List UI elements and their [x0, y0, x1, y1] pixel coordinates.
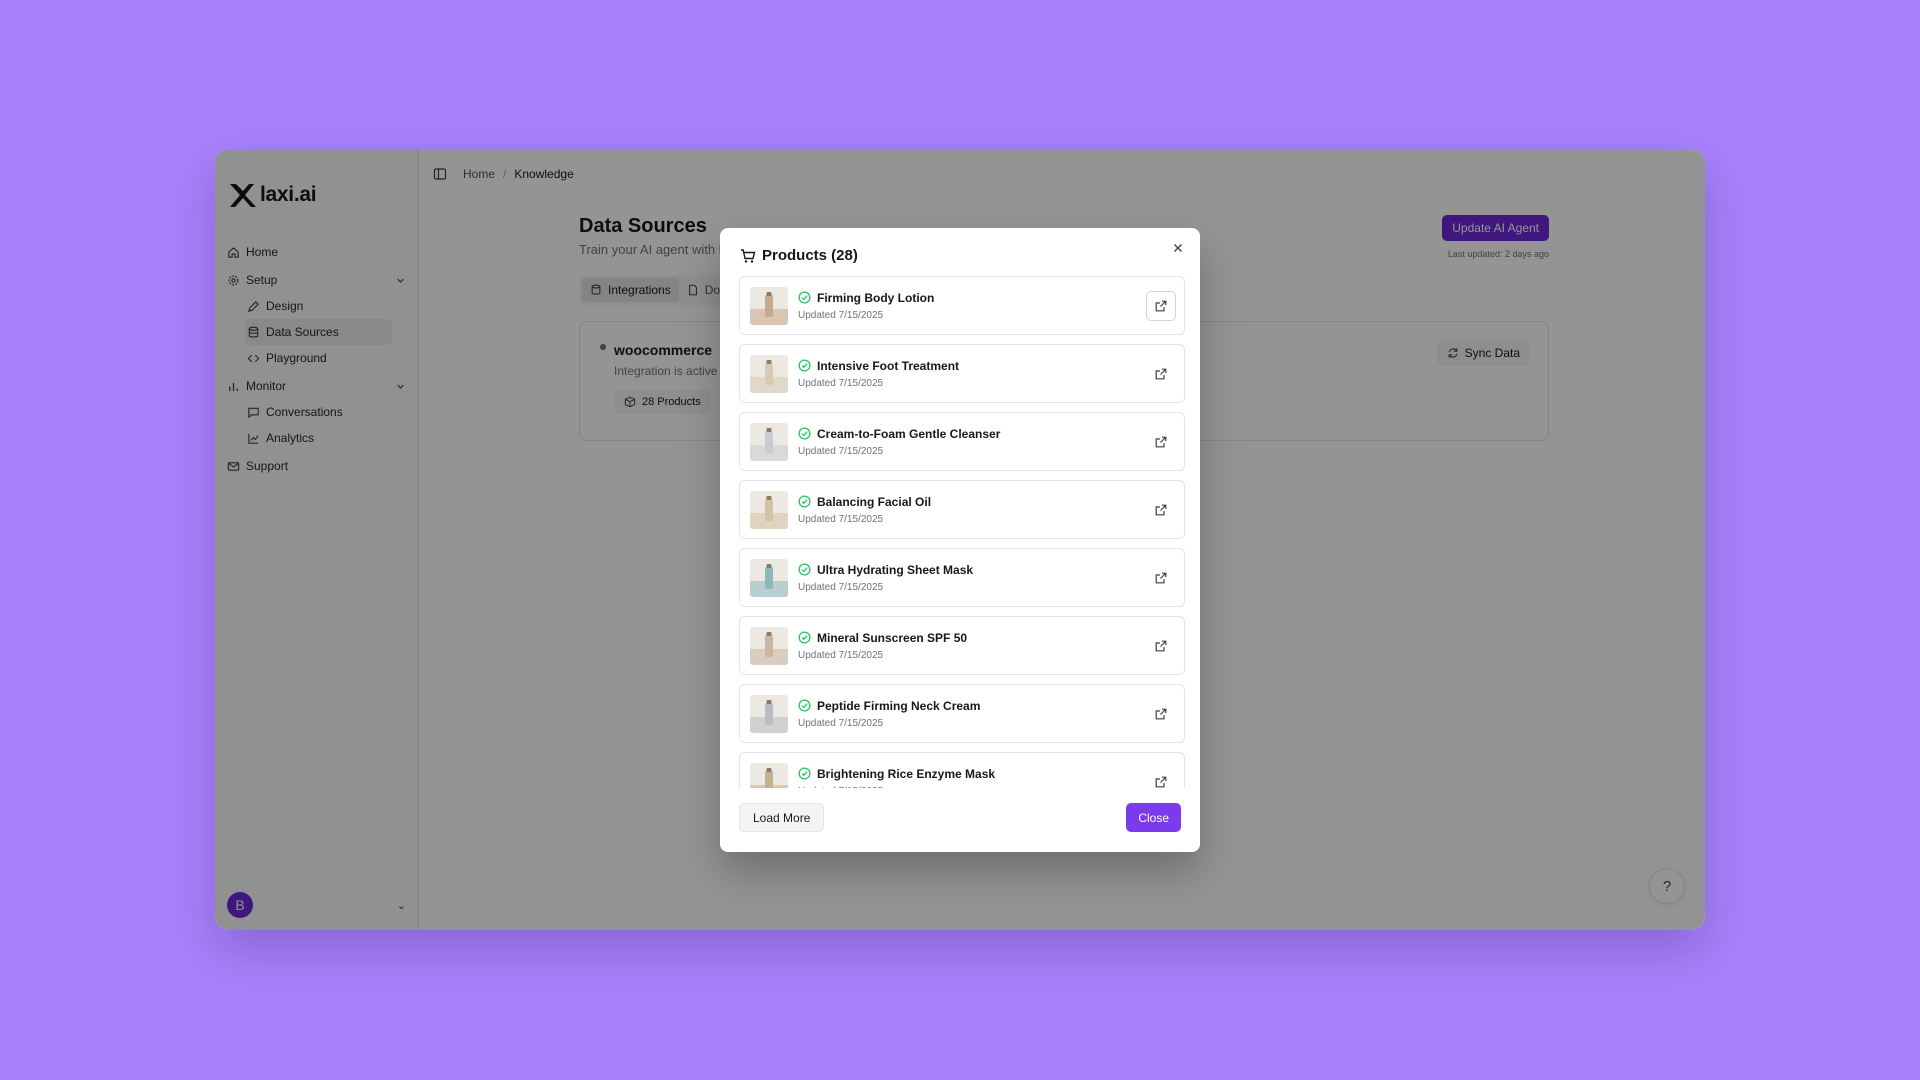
external-link-button[interactable]: [1146, 359, 1176, 389]
external-link-icon: [1155, 640, 1167, 651]
external-link-icon: [1155, 572, 1167, 583]
product-thumbnail: [750, 694, 788, 733]
product-updated: Updated 7/15/2025: [798, 309, 884, 321]
product-item[interactable]: Mineral Sunscreen SPF 50 Updated 7/15/202…: [739, 616, 1185, 675]
external-link-icon: [1155, 436, 1167, 447]
product-item[interactable]: Peptide Firming Neck Cream Updated 7/15/2…: [739, 684, 1185, 743]
product-updated: Updated 7/15/2025: [798, 445, 884, 457]
product-updated: Updated 7/15/2025: [798, 581, 884, 593]
product-item[interactable]: Cream-to-Foam Gentle Cleanser Updated 7/1…: [739, 412, 1185, 471]
external-link-icon: [1155, 368, 1167, 379]
dialog-footer: Load More Close: [739, 803, 1181, 833]
external-link-icon: [1155, 300, 1167, 311]
shopping-cart-icon: [741, 248, 756, 263]
product-item[interactable]: Balancing Facial Oil Updated 7/15/2025: [739, 480, 1185, 539]
check-circle-icon: [798, 427, 811, 440]
products-dialog: Products (28) Firming Body Lotion Updated…: [720, 228, 1200, 852]
product-name: Peptide Firming Neck Cream: [817, 698, 981, 713]
product-thumbnail: [750, 422, 788, 461]
external-link-button[interactable]: [1146, 563, 1176, 593]
product-name: Brightening Rice Enzyme Mask: [817, 766, 996, 781]
product-updated: Updated 7/15/2025: [798, 717, 884, 729]
dialog-title: Products (28): [740, 247, 858, 264]
product-thumbnail: [750, 354, 788, 393]
external-link-icon: [1155, 708, 1167, 719]
check-circle-icon: [798, 495, 811, 508]
product-thumbnail: [750, 558, 788, 597]
check-circle-icon: [798, 631, 811, 644]
close-icon[interactable]: [1170, 240, 1186, 256]
external-link-button[interactable]: [1146, 631, 1176, 661]
external-link-button[interactable]: [1146, 290, 1176, 321]
product-name: Intensive Foot Treatment: [817, 358, 960, 373]
product-name: Cream-to-Foam Gentle Cleanser: [817, 426, 1001, 441]
check-circle-icon: [798, 767, 811, 780]
external-link-button[interactable]: [1146, 495, 1176, 525]
product-item[interactable]: Ultra Hydrating Sheet Mask Updated 7/15/2…: [739, 548, 1185, 607]
product-item[interactable]: Firming Body Lotion Updated 7/15/2025: [739, 276, 1185, 335]
close-button[interactable]: Close: [1126, 803, 1181, 832]
external-link-icon: [1155, 776, 1167, 787]
product-thumbnail: [750, 286, 788, 325]
external-link-button[interactable]: [1146, 767, 1176, 789]
dialog-title-text: Products (28): [762, 247, 858, 264]
product-thumbnail: [750, 762, 788, 788]
check-circle-icon: [798, 563, 811, 576]
check-circle-icon: [798, 359, 811, 372]
check-circle-icon: [798, 699, 811, 712]
product-item[interactable]: Brightening Rice Enzyme Mask Updated 7/15…: [739, 752, 1185, 788]
external-link-button[interactable]: [1146, 427, 1176, 457]
product-updated: Updated 7/15/2025: [798, 377, 884, 389]
external-link-button[interactable]: [1146, 699, 1176, 729]
product-item[interactable]: Intensive Foot Treatment Updated 7/15/202…: [739, 344, 1185, 403]
product-thumbnail: [750, 490, 788, 529]
product-updated: Updated 7/15/2025: [798, 513, 884, 525]
load-more-button[interactable]: Load More: [739, 803, 825, 832]
check-circle-icon: [798, 291, 811, 304]
product-name: Mineral Sunscreen SPF 50: [817, 630, 968, 645]
product-thumbnail: [750, 626, 788, 665]
product-name: Ultra Hydrating Sheet Mask: [817, 562, 974, 577]
product-name: Firming Body Lotion: [817, 290, 935, 305]
product-list[interactable]: Firming Body Lotion Updated 7/15/2025 Inte…: [739, 276, 1185, 788]
product-updated: Updated 7/15/2025: [798, 649, 884, 661]
product-name: Balancing Facial Oil: [817, 494, 932, 509]
product-updated: Updated 7/15/2025: [798, 786, 995, 789]
external-link-icon: [1155, 504, 1167, 515]
